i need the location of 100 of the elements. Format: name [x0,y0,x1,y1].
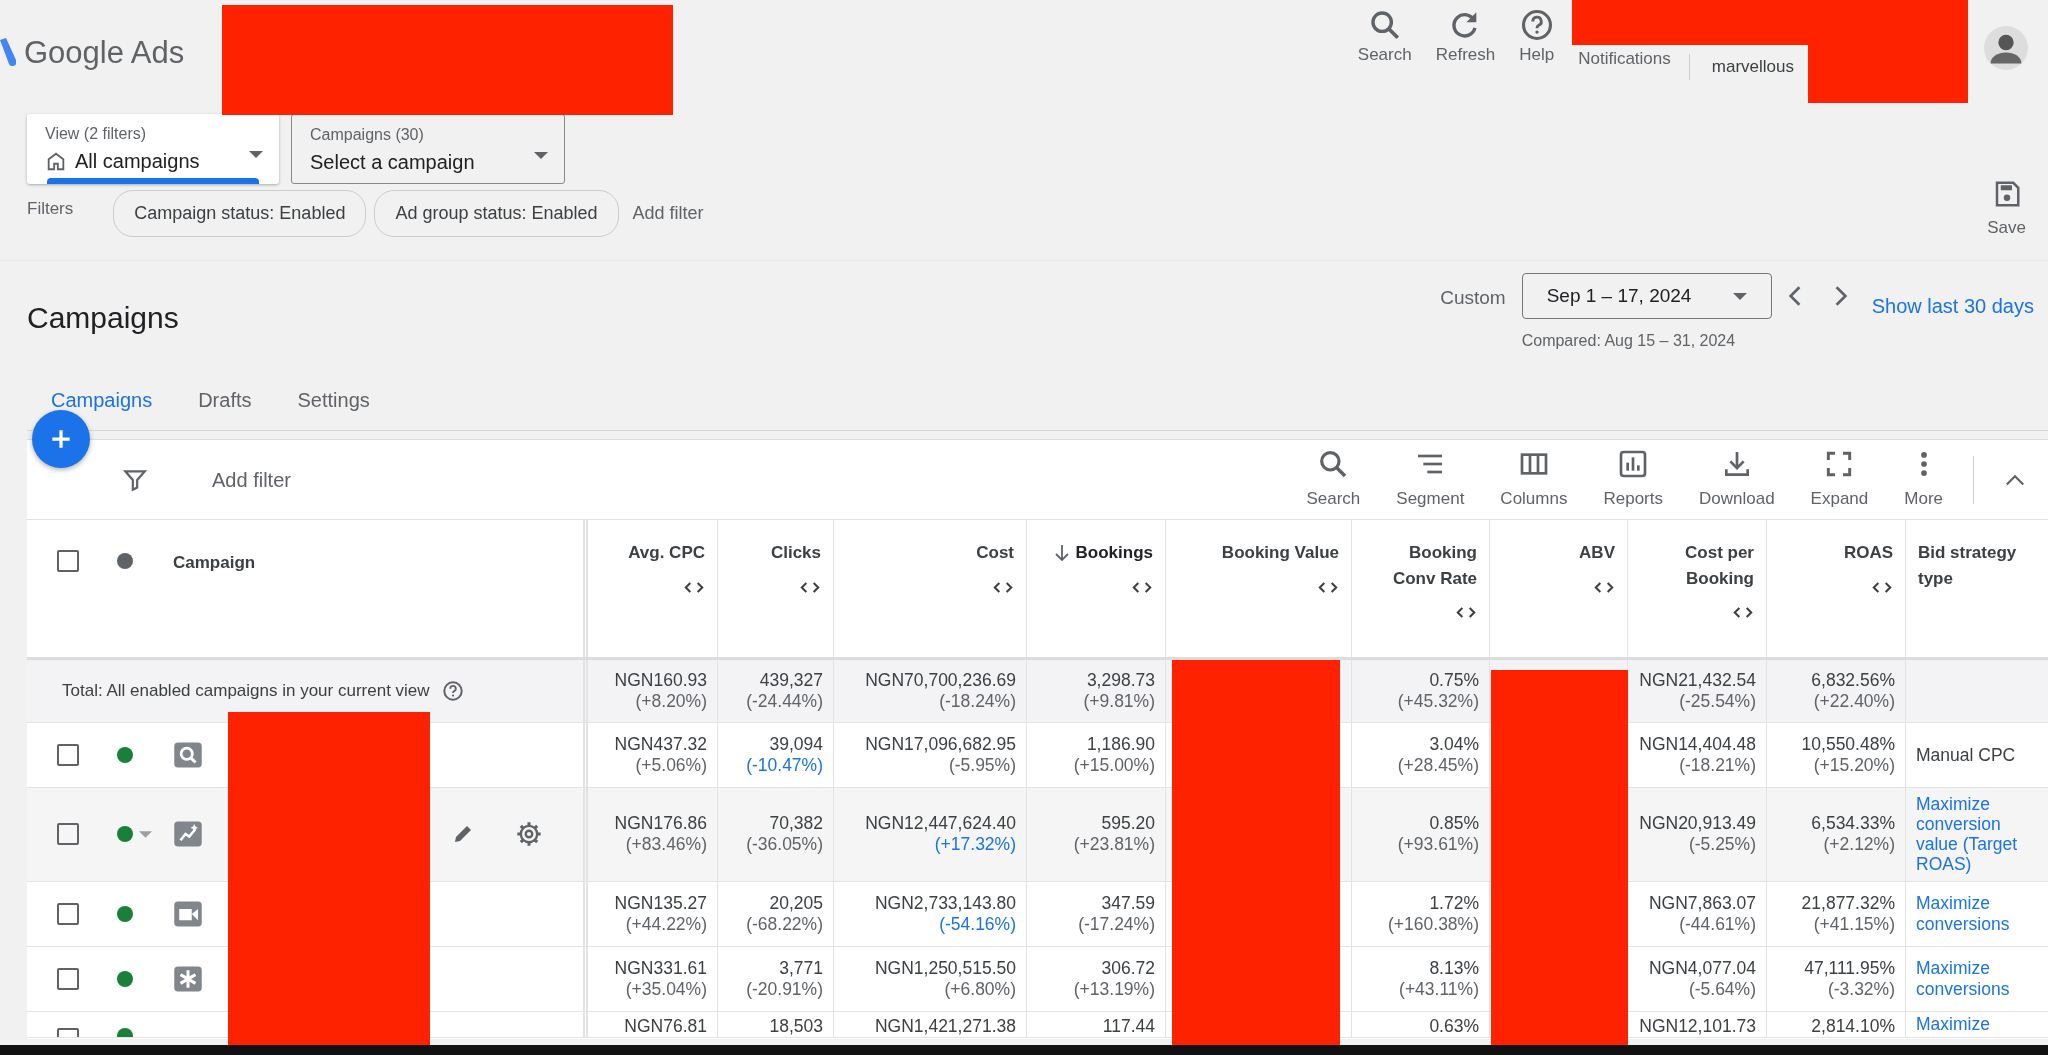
filter-chip[interactable]: Campaign status: Enabled [113,190,367,237]
add-button[interactable] [32,410,90,468]
metric-value: 3,771 [779,957,823,979]
column-header[interactable]: Bookings [1075,540,1153,566]
view-selector[interactable]: View (2 filters) All campaigns [27,114,279,184]
bid-strategy[interactable]: Maximize [1916,1013,1990,1034]
metric-value: 47,111.95% [1804,957,1895,979]
metric-value: NGN76.81 [624,1015,707,1037]
save-button[interactable]: Save [1981,178,2032,242]
status-dot[interactable] [117,826,133,843]
metric-change: (-18.21%) [1679,755,1756,776]
metric-change: (+41.15%) [1813,913,1895,935]
sort-icon [799,580,821,594]
dropdown-arrow-icon [249,151,263,159]
metric-value: 0.63% [1429,1015,1479,1037]
sort-icon [1871,580,1893,594]
metric-change: (-36.05%) [746,834,823,856]
metric-change: (+35.04%) [625,978,707,1000]
metric-change[interactable]: (-10.47%) [746,755,823,776]
column-header[interactable]: Booking Value [1221,540,1339,566]
more-tool-button[interactable]: More [1890,447,1957,512]
metric-change: (+23.81%) [1073,834,1155,856]
metric-change[interactable]: (-54.16%) [939,913,1016,935]
sort-icon [683,580,705,594]
metric-change: (+160.38%) [1388,913,1479,935]
column-header[interactable]: ROAS [1843,540,1893,566]
column-header[interactable]: Campaign [173,550,256,576]
row-checkbox[interactable] [57,902,79,925]
column-header[interactable]: Cost per Booking [1640,540,1754,591]
metric-value: 439,327 [759,670,823,691]
search-button[interactable]: Search [1345,8,1424,68]
metric-value: 1.72% [1429,892,1479,914]
help-icon [1519,8,1554,42]
metric-value: NGN331.61 [614,957,707,979]
row-checkbox[interactable] [57,823,79,846]
chevron-left-icon [1787,284,1802,307]
metric-value: 0.75% [1429,670,1479,691]
row-checkbox[interactable] [57,967,79,990]
tab[interactable]: Drafts [176,369,276,430]
metric-value: 20,205 [769,892,823,914]
metric-change: (-24.44%) [746,691,823,712]
search-tool-button[interactable]: Search [1292,447,1375,512]
logo-icon [0,36,16,66]
select-all-checkbox[interactable] [57,550,79,572]
metric-change: (-44.61%) [1679,913,1756,935]
metric-change: (+22.40%) [1813,691,1895,712]
tab[interactable]: Settings [275,369,394,430]
more-icon [1919,450,1928,477]
bid-strategy[interactable]: Maximize conversion value (Target ROAS) [1916,794,2038,875]
notifications-button[interactable]: Notifications [1566,46,1683,72]
date-range-selector[interactable]: Sep 1 – 17, 2024 [1521,273,1772,319]
column-header[interactable]: Booking Conv Rate [1364,540,1477,591]
metric-value: 8.13% [1429,957,1479,979]
column-header[interactable]: Bid strategy type [1918,540,2036,591]
segment-tool-button[interactable]: Segment [1382,447,1479,512]
dropdown-arrow-icon [139,830,152,838]
chevron-right-icon [1833,284,1848,307]
help-button[interactable]: Help [1507,8,1567,68]
metric-value: 0.85% [1429,813,1479,835]
add-filter-button[interactable]: Add filter [206,463,297,496]
add-filter-button[interactable]: Add filter [626,199,710,228]
metric-value: NGN12,101.73 [1639,1015,1756,1037]
row-checkbox[interactable] [57,744,79,766]
metric-change: (-17.24%) [1078,913,1155,935]
column-header[interactable]: Cost [976,540,1014,566]
metric-value: 39,094 [769,734,823,755]
columns-tool-button[interactable]: Columns [1486,447,1582,512]
metric-value: NGN70,700,236.69 [865,670,1016,691]
metric-change: (+15.20%) [1813,755,1895,776]
metric-value: NGN12,447,624.40 [865,813,1016,835]
metric-change: (+9.81%) [1083,691,1155,712]
avatar[interactable] [1984,26,2028,70]
metric-change[interactable]: (+17.32%) [934,834,1016,856]
metric-value: 70,382 [769,813,823,835]
metric-change: (+93.61%) [1397,834,1479,856]
bid-strategy[interactable]: Maximize conversions [1916,893,2038,934]
column-header[interactable]: Avg. CPC [628,540,705,566]
metric-change: (-3.32%) [1827,978,1895,1000]
download-tool-button[interactable]: Download [1685,447,1789,512]
refresh-button[interactable]: Refresh [1423,8,1508,68]
column-header[interactable]: Clicks [770,540,821,566]
sort-icon [1732,606,1754,619]
bid-strategy[interactable]: Maximize conversions [1916,958,2038,999]
reports-tool-button[interactable]: Reports [1589,447,1677,512]
metric-value: 1,186.90 [1086,734,1155,755]
settings-icon [515,820,543,849]
sort-icon [992,580,1014,594]
metric-value: NGN20,913.49 [1639,813,1756,835]
metric-change: (-25.54%) [1679,691,1756,712]
metric-value: NGN437.32 [614,734,707,755]
metric-value: NGN17,096,682.95 [865,734,1016,755]
show-last-30-days-link[interactable]: Show last 30 days [1871,291,2034,321]
column-header[interactable]: ABV [1579,540,1615,566]
metric-change: (-5.95%) [948,755,1016,776]
filter-chip[interactable]: Ad group status: Enabled [374,190,619,237]
dropdown-arrow-icon [534,152,548,160]
metric-value: 3.04% [1429,734,1479,755]
expand-tool-button[interactable]: Expand [1796,447,1883,512]
bid-strategy: Manual CPC [1916,744,2016,766]
account-name[interactable]: marvellous [1711,54,1794,80]
